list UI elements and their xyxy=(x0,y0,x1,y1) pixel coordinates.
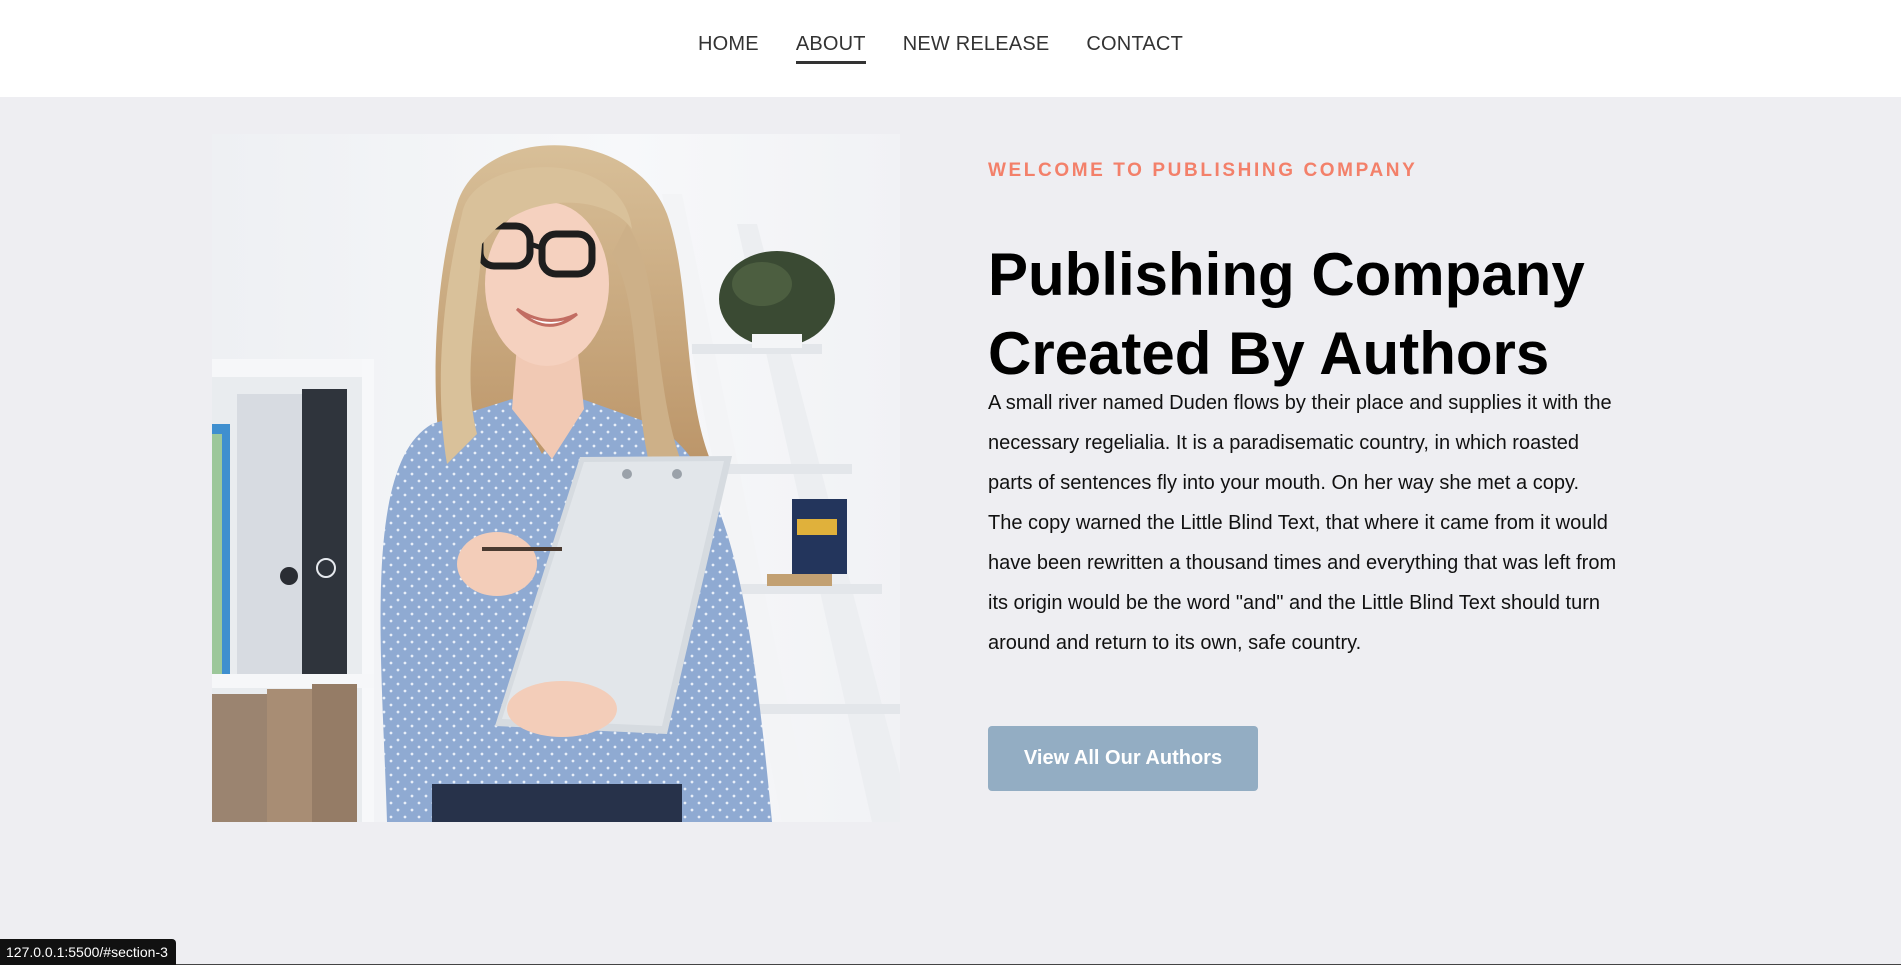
woman-with-clipboard-image xyxy=(212,134,900,822)
hero-photo xyxy=(212,134,900,822)
page-title: Publishing Company Created By Authors xyxy=(988,235,1628,393)
nav-links: HOME ABOUT NEW RELEASE CONTACT xyxy=(698,33,1183,64)
nav-about-link[interactable]: ABOUT xyxy=(795,33,866,64)
view-all-authors-button[interactable]: View All Our Authors xyxy=(988,726,1258,791)
about-description: A small river named Duden flows by their… xyxy=(988,392,1617,654)
section-eyebrow: WELCOME TO PUBLISHING COMPANY xyxy=(988,160,1418,181)
nav-home-link[interactable]: HOME xyxy=(698,33,759,62)
title-line-1: Publishing Company xyxy=(988,241,1585,308)
top-navigation: HOME ABOUT NEW RELEASE CONTACT xyxy=(0,0,1901,97)
nav-contact-link[interactable]: CONTACT xyxy=(1086,33,1183,62)
status-bar-url: 127.0.0.1:5500/#section-3 xyxy=(0,939,176,965)
nav-new-release-link[interactable]: NEW RELEASE xyxy=(903,33,1050,62)
title-line-2: Created By Authors xyxy=(988,320,1550,387)
about-content: WELCOME TO PUBLISHING COMPANY Publishing… xyxy=(988,160,1618,791)
